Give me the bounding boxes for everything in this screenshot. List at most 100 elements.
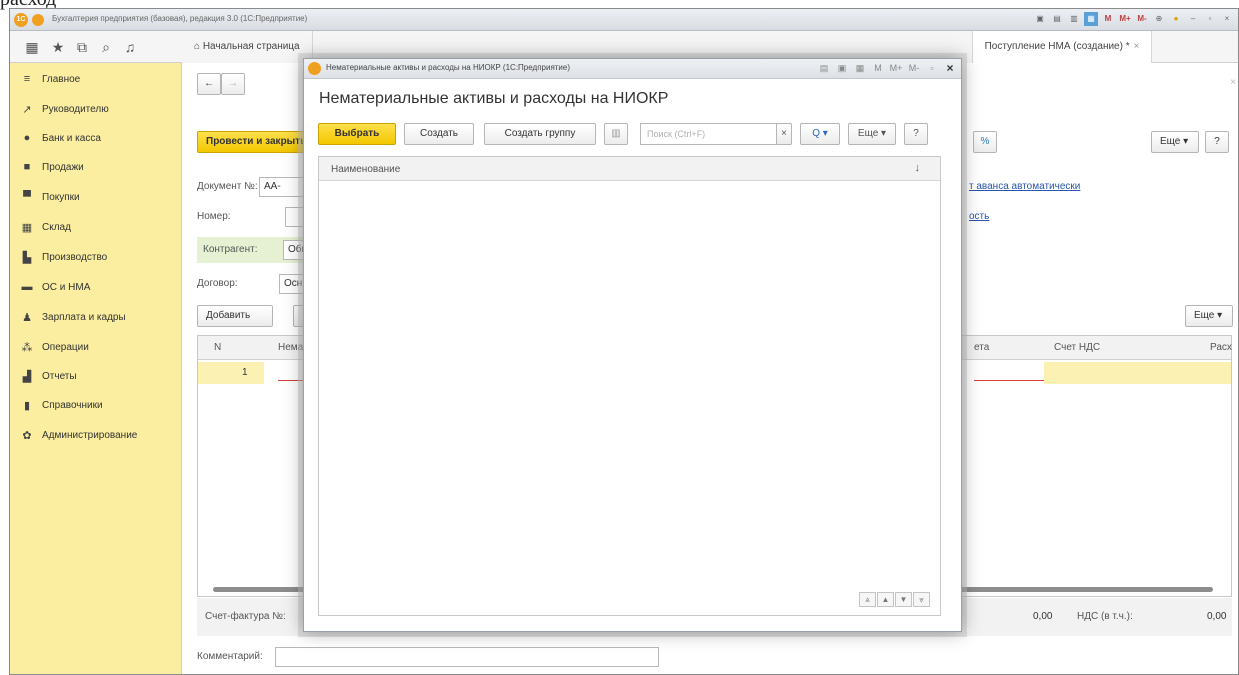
tab-close-icon[interactable]: × — [1134, 41, 1140, 52]
counterparty-label: Контрагент: — [203, 244, 258, 255]
operations-icon: ⁂ — [21, 341, 33, 354]
col-vat-account: Счет НДС — [1054, 342, 1101, 353]
list-navigation: ⩓ ▲ ▼ ⩔ — [859, 592, 930, 607]
history-icon[interactable]: ⧉ — [74, 39, 90, 55]
sidebar-item-references[interactable]: ▮ Справочники — [20, 395, 103, 415]
sidebar-item-reports[interactable]: ▟ Отчеты — [20, 366, 77, 386]
maximize-icon[interactable]: ▫ — [925, 61, 939, 75]
sidebar-item-bank[interactable]: ● Банк и касса — [20, 128, 101, 148]
forward-button[interactable]: → — [221, 73, 245, 95]
tab-label: Начальная страница — [202, 41, 300, 52]
post-and-close-button[interactable]: Провести и закрыть — [197, 131, 307, 153]
info-icon[interactable]: ● — [1169, 12, 1183, 26]
percent-icon[interactable]: % — [973, 131, 997, 153]
sidebar-item-fixed-assets[interactable]: ▬ ОС и НМА — [20, 277, 91, 297]
memory-mminus-button[interactable]: M- — [907, 61, 921, 75]
col-account: ета — [974, 342, 990, 353]
copy-icon[interactable]: ▥ — [604, 123, 628, 145]
sidebar-item-label: Отчеты — [42, 370, 77, 382]
comment-field[interactable] — [275, 647, 659, 667]
row-number: 1 — [242, 367, 248, 378]
maximize-icon[interactable]: ▫ — [1203, 12, 1217, 26]
create-button[interactable]: Создать — [404, 123, 474, 145]
zoom-icon[interactable]: ⊕ — [1152, 12, 1166, 26]
help-button[interactable]: ? — [904, 123, 928, 145]
memory-mminus-button[interactable]: M- — [1135, 12, 1149, 26]
create-group-button[interactable]: Создать группу — [484, 123, 596, 145]
sidebar-item-salary[interactable]: ♟ Зарплата и кадры — [20, 307, 126, 327]
col-n: N — [214, 342, 222, 353]
minimize-icon[interactable]: – — [1186, 12, 1200, 26]
preview-icon[interactable]: ▥ — [1067, 12, 1081, 26]
col-name[interactable]: Наименование — [331, 164, 400, 175]
vat-value: 0,00 — [1207, 611, 1227, 622]
tab-receipt-nma[interactable]: Поступление НМА (создание) * × — [972, 31, 1153, 63]
app-logo-icon — [308, 62, 321, 75]
more-button-top[interactable]: Еще ▾ — [1151, 131, 1199, 153]
invoice-label: Счет-фактура №: — [205, 611, 286, 622]
sidebar-item-operations[interactable]: ⁂ Операции — [20, 337, 89, 357]
search-clear-button[interactable]: × — [776, 123, 792, 145]
save-icon[interactable]: ▣ — [1033, 12, 1047, 26]
sidebar-item-label: Администрирование — [42, 429, 138, 441]
comment-row: Комментарий: — [183, 645, 1238, 671]
close-icon[interactable]: × — [943, 61, 957, 75]
search-input[interactable]: Поиск (Ctrl+F) — [640, 123, 790, 145]
sidebar-item-warehouse[interactable]: ▦ Склад — [20, 217, 71, 237]
add-row-button[interactable]: Добавить — [197, 305, 273, 327]
back-button[interactable]: ← — [197, 73, 221, 95]
more-button[interactable]: Еще ▾ — [848, 123, 896, 145]
list-header: Наименование ↓ — [319, 157, 940, 181]
sort-arrow-icon[interactable]: ↓ — [915, 162, 921, 174]
truck-icon: ▬ — [21, 281, 33, 293]
gear-icon: ✿ — [22, 429, 32, 442]
memory-mplus-button[interactable]: M+ — [889, 61, 903, 75]
memory-m-button[interactable]: M — [1101, 12, 1115, 26]
select-button[interactable]: Выбрать — [318, 123, 396, 145]
calendar-icon[interactable]: ▦ — [1084, 12, 1098, 26]
notification-bell-icon[interactable]: ♫ — [122, 39, 138, 55]
first-page-icon[interactable]: ⩓ — [859, 592, 876, 607]
sidebar-item-production[interactable]: ▙ Производство — [20, 247, 107, 267]
nma-list: Наименование ↓ ⩓ ▲ ▼ ⩔ — [318, 156, 941, 616]
dialog-title-tools: ▤ ▣ ▦ M M+ M- ▫ × — [817, 61, 957, 75]
sidebar-item-sales[interactable]: ■ Продажи — [20, 157, 84, 177]
sidebar-item-purchases[interactable]: ▀ Покупки — [20, 187, 80, 207]
advance-auto-link[interactable]: т аванса автоматически — [969, 181, 1080, 192]
sidebar-item-admin[interactable]: ✿ Администрирование — [20, 425, 137, 445]
memory-mplus-button[interactable]: M+ — [1118, 12, 1132, 26]
favorites-star-icon[interactable]: ★ — [50, 39, 66, 55]
secondary-link[interactable]: ость — [969, 211, 989, 222]
sidebar-item-label: Продажи — [42, 161, 84, 173]
close-icon[interactable]: × — [1220, 12, 1234, 26]
sidebar-item-manager[interactable]: ↗ Руководителю — [20, 99, 108, 119]
next-page-icon[interactable]: ▼ — [895, 592, 912, 607]
contract-label: Договор: — [197, 278, 238, 289]
tab-home[interactable]: ⌂ Начальная страница — [182, 31, 313, 63]
main-menu-icon[interactable] — [32, 14, 44, 26]
calendar-icon[interactable]: ▦ — [853, 61, 867, 75]
menu-icon: ≡ — [23, 73, 31, 85]
more-button-table[interactable]: Еще ▾ — [1185, 305, 1233, 327]
apps-grid-icon[interactable]: ▦ — [24, 39, 40, 55]
sidebar-item-label: Зарплата и кадры — [42, 311, 126, 323]
number-label: Номер: — [197, 211, 231, 222]
search-button[interactable]: Q ▾ — [800, 123, 840, 145]
sidebar-item-label: Склад — [42, 221, 71, 233]
tab-label: Поступление НМА (создание) * — [984, 41, 1130, 52]
vat-label: НДС (в т.ч.): — [1077, 611, 1133, 622]
doc-close-icon[interactable]: × — [1230, 77, 1236, 88]
factory-icon: ▙ — [22, 251, 32, 264]
sidebar-item-main[interactable]: ≡ Главное — [20, 69, 80, 89]
print-icon[interactable]: ▤ — [1050, 12, 1064, 26]
titlebar-tools: ▣ ▤ ▥ ▦ M M+ M- ⊕ ● – ▫ × — [1033, 12, 1234, 26]
help-button[interactable]: ? — [1205, 131, 1229, 153]
sidebar: ≡ Главное ↗ Руководителю ● Банк и касса ■ Пр… — [10, 63, 182, 674]
print-icon[interactable]: ▤ — [817, 61, 831, 75]
search-icon[interactable]: ⌕ — [98, 39, 114, 55]
sidebar-item-label: Главное — [42, 73, 81, 85]
save-icon[interactable]: ▣ — [835, 61, 849, 75]
prev-page-icon[interactable]: ▲ — [877, 592, 894, 607]
last-page-icon[interactable]: ⩔ — [913, 592, 930, 607]
memory-m-button[interactable]: M — [871, 61, 885, 75]
